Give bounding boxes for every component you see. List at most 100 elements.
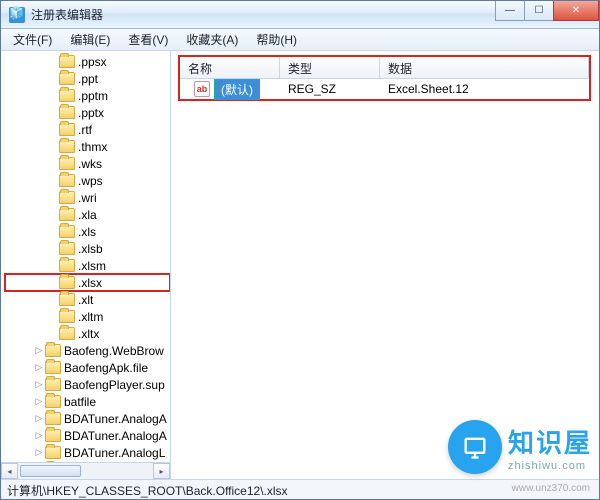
folder-icon <box>59 174 75 187</box>
tree-item-label: .ppt <box>78 72 98 86</box>
folder-icon <box>45 412 61 425</box>
tree-item[interactable]: ▷ batfile <box>5 393 170 410</box>
annotation-highlight-box: 名称 类型 数据 ab(默认)REG_SZExcel.Sheet.12 <box>178 55 591 101</box>
expander-icon[interactable]: ▷ <box>33 447 45 458</box>
tree-item[interactable]: .wps <box>5 172 170 189</box>
folder-icon <box>45 395 61 408</box>
expander-icon[interactable]: ▷ <box>33 345 45 356</box>
tree-item[interactable]: .wri <box>5 189 170 206</box>
list-body: ab(默认)REG_SZExcel.Sheet.12 <box>180 79 589 99</box>
tree-item-label: .rtf <box>78 123 92 137</box>
footer-url: www.unz370.com <box>512 483 590 494</box>
folder-icon <box>59 191 75 204</box>
tree-view[interactable]: .ppsx .ppt .pptm.pptx .rtf .thmx.wks .wps.wri… <box>1 51 170 462</box>
tree-item[interactable]: .xlt <box>5 291 170 308</box>
tree-item-label: .xlsx <box>78 276 102 290</box>
expander-icon[interactable]: ▷ <box>33 362 45 373</box>
tree-item-label: batfile <box>64 395 96 409</box>
titlebar[interactable]: 注册表编辑器 — ☐ ✕ <box>1 1 599 29</box>
tree-item[interactable]: .xltm <box>5 308 170 325</box>
tree-item-label: BaofengPlayer.sup <box>64 378 165 392</box>
tree-item-label: .ppsx <box>78 55 107 69</box>
value-type: REG_SZ <box>280 82 380 96</box>
expander-icon[interactable]: ▷ <box>33 396 45 407</box>
folder-icon <box>59 55 75 68</box>
scroll-track[interactable] <box>18 463 153 479</box>
tree-item[interactable]: .xlsb <box>5 240 170 257</box>
menu-file[interactable]: 文件(F) <box>5 29 60 50</box>
menu-edit[interactable]: 编辑(E) <box>62 29 118 50</box>
col-data[interactable]: 数据 <box>380 57 589 78</box>
tree-item-label: BDATuner.AnalogL <box>64 446 165 460</box>
tree-item-label: .xlsm <box>78 259 106 273</box>
app-icon <box>9 7 25 23</box>
folder-icon <box>59 123 75 136</box>
tree-item[interactable]: ▷ Baofeng.WebBrow <box>5 342 170 359</box>
status-path: 计算机\HKEY_CLASSES_ROOT\Back.Office12\.xls… <box>7 484 288 498</box>
minimize-button[interactable]: — <box>495 1 525 21</box>
tree-item-label: BDATuner.AnalogA <box>64 412 167 426</box>
folder-icon <box>59 72 75 85</box>
close-button[interactable]: ✕ <box>553 1 599 21</box>
tree-item-label: .thmx <box>78 140 107 154</box>
tree-item[interactable]: .xlsm <box>5 257 170 274</box>
value-name: (默认) <box>214 79 260 100</box>
tree-item[interactable]: .xlsx <box>5 274 170 291</box>
tree-item[interactable]: .thmx <box>5 138 170 155</box>
folder-icon <box>59 293 75 306</box>
folder-icon <box>59 157 75 170</box>
values-panel: 名称 类型 数据 ab(默认)REG_SZExcel.Sheet.12 <box>171 51 599 479</box>
tree-item[interactable]: ▷ BDATuner.AnalogA <box>5 410 170 427</box>
scroll-right-arrow-icon[interactable]: ▸ <box>153 463 170 479</box>
menubar: 文件(F) 编辑(E) 查看(V) 收藏夹(A) 帮助(H) <box>1 29 599 51</box>
menu-view[interactable]: 查看(V) <box>120 29 176 50</box>
folder-icon <box>59 208 75 221</box>
tree-item[interactable]: .ppsx <box>5 53 170 70</box>
tree-item[interactable]: ▷BDATuner.AnalogA <box>5 427 170 444</box>
tree-item-label: .xltx <box>78 327 99 341</box>
tree-item-label: .pptm <box>78 89 108 103</box>
watermark-brand: 知识屋 <box>508 423 592 460</box>
folder-icon <box>59 242 75 255</box>
list-row[interactable]: ab(默认)REG_SZExcel.Sheet.12 <box>180 79 589 99</box>
tree-item[interactable]: ▷ BDATuner.AnalogL <box>5 444 170 461</box>
tree-item[interactable]: ▷ BaofengPlayer.sup <box>5 376 170 393</box>
folder-icon <box>59 225 75 238</box>
tree-item[interactable]: .rtf <box>5 121 170 138</box>
tree-horizontal-scrollbar[interactable]: ◂ ▸ <box>1 462 170 479</box>
expander-icon[interactable]: ▷ <box>33 430 45 441</box>
menu-favorites[interactable]: 收藏夹(A) <box>178 29 246 50</box>
tree-item-label: .xls <box>78 225 96 239</box>
tree-item[interactable]: .xla <box>5 206 170 223</box>
folder-icon <box>45 429 61 442</box>
tree-item[interactable]: .pptx <box>5 104 170 121</box>
folder-icon <box>59 140 75 153</box>
tree-item[interactable]: .pptm <box>5 87 170 104</box>
expander-icon[interactable]: ▷ <box>33 379 45 390</box>
expander-icon[interactable]: ▷ <box>33 413 45 424</box>
col-name[interactable]: 名称 <box>180 57 280 78</box>
folder-icon <box>59 276 75 289</box>
tree-item[interactable]: .xls <box>5 223 170 240</box>
tree-item-label: .wps <box>78 174 103 188</box>
tree-item[interactable]: ▷BaofengApk.file <box>5 359 170 376</box>
window-title: 注册表编辑器 <box>31 6 496 23</box>
folder-icon <box>59 310 75 323</box>
watermark-domain: zhishiwu.com <box>508 460 586 472</box>
string-value-icon: ab <box>194 81 210 97</box>
scroll-thumb[interactable] <box>20 465 81 477</box>
tree-item-label: .xlsb <box>78 242 103 256</box>
folder-icon <box>59 89 75 102</box>
tree-item-label: .xltm <box>78 310 103 324</box>
folder-icon <box>59 327 75 340</box>
tree-item-label: Baofeng.WebBrow <box>64 344 164 358</box>
tree-item[interactable]: .wks <box>5 155 170 172</box>
maximize-button[interactable]: ☐ <box>524 1 554 21</box>
scroll-left-arrow-icon[interactable]: ◂ <box>1 463 18 479</box>
watermark-badge-icon <box>448 420 502 474</box>
menu-help[interactable]: 帮助(H) <box>248 29 305 50</box>
tree-item[interactable]: .xltx <box>5 325 170 342</box>
tree-item[interactable]: .ppt <box>5 70 170 87</box>
col-type[interactable]: 类型 <box>280 57 380 78</box>
tree-panel: .ppsx .ppt .pptm.pptx .rtf .thmx.wks .wps.wri… <box>1 51 171 479</box>
